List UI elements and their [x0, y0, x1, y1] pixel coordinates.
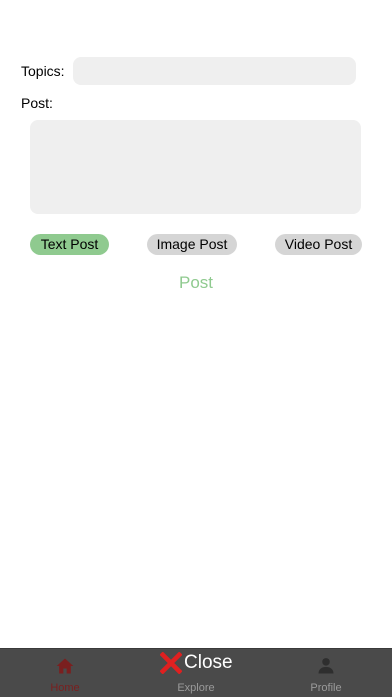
- tab-home[interactable]: Home: [10, 649, 120, 697]
- tab-explore-label: Explore: [177, 682, 215, 694]
- tab-profile[interactable]: Profile: [271, 649, 381, 697]
- post-submit-button[interactable]: Post: [0, 273, 392, 293]
- text-post-toggle[interactable]: Text Post: [30, 234, 109, 255]
- post-textarea[interactable]: [30, 120, 361, 214]
- home-icon: [56, 658, 74, 674]
- tab-home-label: Home: [50, 682, 80, 694]
- close-label: Close: [184, 652, 233, 673]
- close-button[interactable]: Close: [160, 651, 233, 675]
- image-post-toggle[interactable]: Image Post: [147, 234, 237, 255]
- topics-label: Topics:: [21, 63, 65, 79]
- video-post-toggle[interactable]: Video Post: [275, 234, 362, 255]
- topics-input[interactable]: [73, 57, 356, 85]
- close-icon: [160, 652, 182, 674]
- person-icon: [318, 658, 334, 674]
- tab-profile-label: Profile: [310, 682, 342, 694]
- post-label: Post:: [21, 95, 53, 111]
